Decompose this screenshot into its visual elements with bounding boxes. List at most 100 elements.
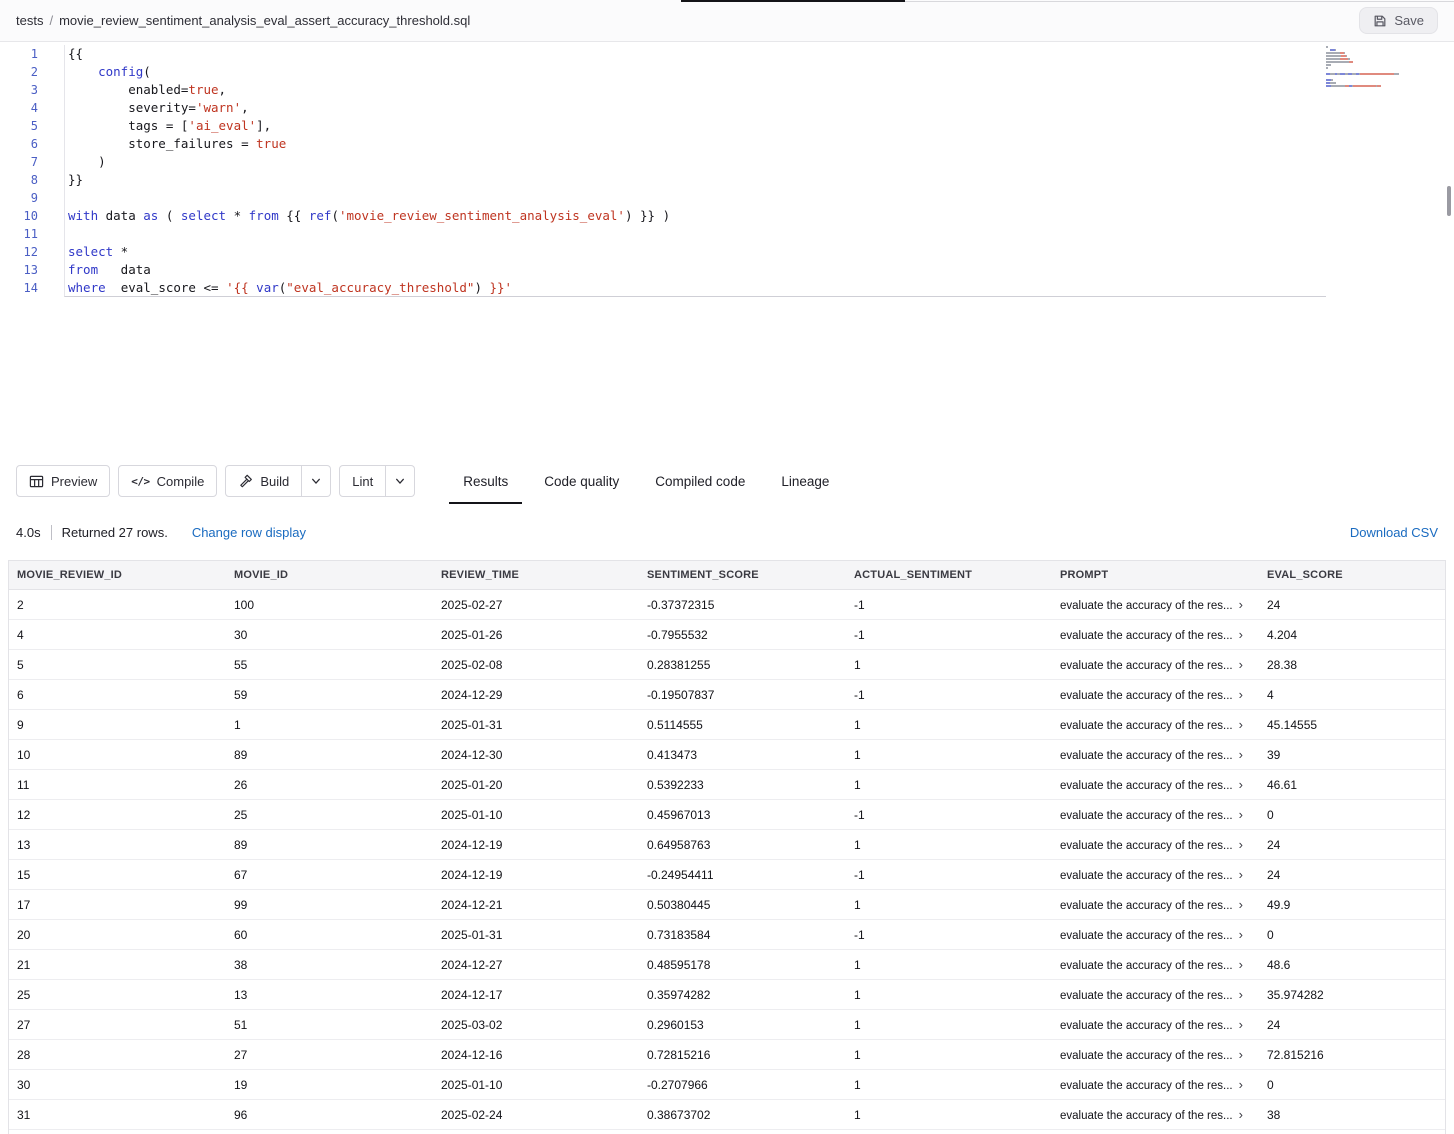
table-cell: 9 — [9, 710, 226, 740]
prompt-text: evaluate the accuracy of the res... — [1060, 1020, 1233, 1032]
expand-cell-icon[interactable]: › — [1239, 837, 1243, 852]
code-line[interactable]: 8}} — [0, 171, 1454, 189]
table-cell: 27 — [9, 1010, 226, 1040]
expand-cell-icon[interactable]: › — [1239, 987, 1243, 1002]
table-row[interactable]: 13892024-12-190.649587631evaluate the ac… — [9, 830, 1445, 860]
expand-cell-icon[interactable]: › — [1239, 867, 1243, 882]
expand-cell-icon[interactable]: › — [1239, 1047, 1243, 1062]
download-csv-link[interactable]: Download CSV — [1350, 525, 1438, 540]
code-line[interactable]: 1{{ — [0, 45, 1454, 63]
column-header[interactable]: PROMPT — [1052, 561, 1259, 590]
change-row-display-link[interactable]: Change row display — [192, 525, 306, 540]
code-text: enabled=true, — [64, 81, 226, 99]
table-cell: 0 — [1259, 1070, 1445, 1100]
preview-button[interactable]: Preview — [16, 465, 110, 497]
file-header: tests/movie_review_sentiment_analysis_ev… — [0, 0, 1454, 42]
line-number: 5 — [0, 117, 38, 135]
table-row[interactable]: 10892024-12-300.4134731evaluate the accu… — [9, 740, 1445, 770]
table-row[interactable]: 20602025-01-310.73183584-1evaluate the a… — [9, 920, 1445, 950]
table-row[interactable]: 11262025-01-200.53922331evaluate the acc… — [9, 770, 1445, 800]
table-cell: 13 — [226, 980, 433, 1010]
column-header[interactable]: MOVIE_ID — [226, 561, 433, 590]
table-row[interactable]: 15672024-12-19-0.24954411-1evaluate the … — [9, 860, 1445, 890]
table-cell: 1 — [846, 1100, 1052, 1130]
code-editor[interactable]: 1{{2 config(3 enabled=true,4 severity='w… — [0, 42, 1454, 458]
table-cell: 55 — [226, 650, 433, 680]
expand-cell-icon[interactable]: › — [1239, 957, 1243, 972]
code-line[interactable]: 5 tags = ['ai_eval'], — [0, 117, 1454, 135]
line-number: 13 — [0, 261, 38, 279]
table-row[interactable]: 25132024-12-170.359742821evaluate the ac… — [9, 980, 1445, 1010]
expand-cell-icon[interactable]: › — [1239, 897, 1243, 912]
table-row[interactable]: 912025-01-310.51145551evaluate the accur… — [9, 710, 1445, 740]
minimap-line — [1326, 58, 1406, 60]
code-line[interactable]: 6 store_failures = true — [0, 135, 1454, 153]
expand-cell-icon[interactable]: › — [1239, 927, 1243, 942]
code-line[interactable]: 9 — [0, 189, 1454, 207]
column-header[interactable]: SENTIMENT_SCORE — [639, 561, 846, 590]
code-line[interactable]: 14where eval_score <= '{{ var("eval_accu… — [0, 279, 1454, 297]
column-header[interactable]: REVIEW_TIME — [433, 561, 639, 590]
expand-cell-icon[interactable]: › — [1239, 717, 1243, 732]
compile-button[interactable]: </> Compile — [118, 465, 217, 497]
status-divider — [51, 525, 52, 540]
minimap[interactable] — [1326, 46, 1406, 88]
table-row[interactable]: 12252025-01-100.45967013-1evaluate the a… — [9, 800, 1445, 830]
lint-button[interactable]: Lint — [339, 465, 386, 497]
table-cell: 2024-12-19 — [433, 860, 639, 890]
table-row[interactable]: 21382024-12-270.485951781evaluate the ac… — [9, 950, 1445, 980]
code-line[interactable]: 12select * — [0, 243, 1454, 261]
expand-cell-icon[interactable]: › — [1239, 1077, 1243, 1092]
table-row[interactable]: 5552025-02-080.283812551evaluate the acc… — [9, 650, 1445, 680]
table-body: 21002025-02-27-0.37372315-1evaluate the … — [9, 590, 1445, 1130]
expand-cell-icon[interactable]: › — [1239, 687, 1243, 702]
table-row[interactable]: 30192025-01-10-0.27079661evaluate the ac… — [9, 1070, 1445, 1100]
expand-cell-icon[interactable]: › — [1239, 1107, 1243, 1122]
expand-cell-icon[interactable]: › — [1239, 777, 1243, 792]
table-row[interactable]: 4302025-01-26-0.7955532-1evaluate the ac… — [9, 620, 1445, 650]
prompt-cell: evaluate the accuracy of the res...› — [1052, 830, 1259, 860]
build-dropdown-button[interactable] — [302, 465, 331, 497]
table-row[interactable]: 17992024-12-210.503804451evaluate the ac… — [9, 890, 1445, 920]
prompt-cell: evaluate the accuracy of the res...› — [1052, 650, 1259, 680]
table-cell: 0.50380445 — [639, 890, 846, 920]
column-header[interactable]: ACTUAL_SENTIMENT — [846, 561, 1052, 590]
code-line[interactable]: 10 with data as ( select * from {{ ref('m… — [0, 207, 1454, 225]
line-number: 10 — [0, 207, 38, 225]
table-cell: 2024-12-16 — [433, 1040, 639, 1070]
code-text: with data as ( select * from {{ ref('mov… — [64, 207, 670, 225]
expand-cell-icon[interactable]: › — [1239, 1017, 1243, 1032]
table-cell: 0 — [1259, 800, 1445, 830]
expand-cell-icon[interactable]: › — [1239, 657, 1243, 672]
code-line[interactable]: 4 severity='warn', — [0, 99, 1454, 117]
column-header[interactable]: EVAL_SCORE — [1259, 561, 1445, 590]
code-line[interactable]: 11 — [0, 225, 1454, 243]
save-button[interactable]: Save — [1359, 7, 1438, 34]
build-button[interactable]: Build — [225, 465, 302, 497]
code-line[interactable]: 2 config( — [0, 63, 1454, 81]
expand-cell-icon[interactable]: › — [1239, 747, 1243, 762]
code-line[interactable]: 13from data — [0, 261, 1454, 279]
code-line[interactable]: 3 enabled=true, — [0, 81, 1454, 99]
tab-code-quality[interactable]: Code quality — [540, 458, 623, 504]
table-row[interactable]: 6592024-12-29-0.19507837-1evaluate the a… — [9, 680, 1445, 710]
table-cell: 100 — [226, 590, 433, 620]
expand-cell-icon[interactable]: › — [1239, 597, 1243, 612]
lint-dropdown-button[interactable] — [386, 465, 415, 497]
code-text: ) — [64, 153, 106, 171]
tab-results[interactable]: Results — [459, 458, 512, 504]
table-cell: 4 — [1259, 680, 1445, 710]
expand-cell-icon[interactable]: › — [1239, 627, 1243, 642]
code-line[interactable]: 7 ) — [0, 153, 1454, 171]
breadcrumb-folder[interactable]: tests — [16, 13, 43, 28]
table-row[interactable]: 28272024-12-160.728152161evaluate the ac… — [9, 1040, 1445, 1070]
scrollbar-thumb[interactable] — [1447, 186, 1451, 216]
table-row[interactable]: 21002025-02-27-0.37372315-1evaluate the … — [9, 590, 1445, 620]
expand-cell-icon[interactable]: › — [1239, 807, 1243, 822]
tab-compiled-code[interactable]: Compiled code — [651, 458, 749, 504]
table-cell: 0.48595178 — [639, 950, 846, 980]
tab-lineage[interactable]: Lineage — [777, 458, 833, 504]
table-row[interactable]: 27512025-03-020.29601531evaluate the acc… — [9, 1010, 1445, 1040]
column-header[interactable]: MOVIE_REVIEW_ID — [9, 561, 226, 590]
table-row[interactable]: 31962025-02-240.386737021evaluate the ac… — [9, 1100, 1445, 1130]
